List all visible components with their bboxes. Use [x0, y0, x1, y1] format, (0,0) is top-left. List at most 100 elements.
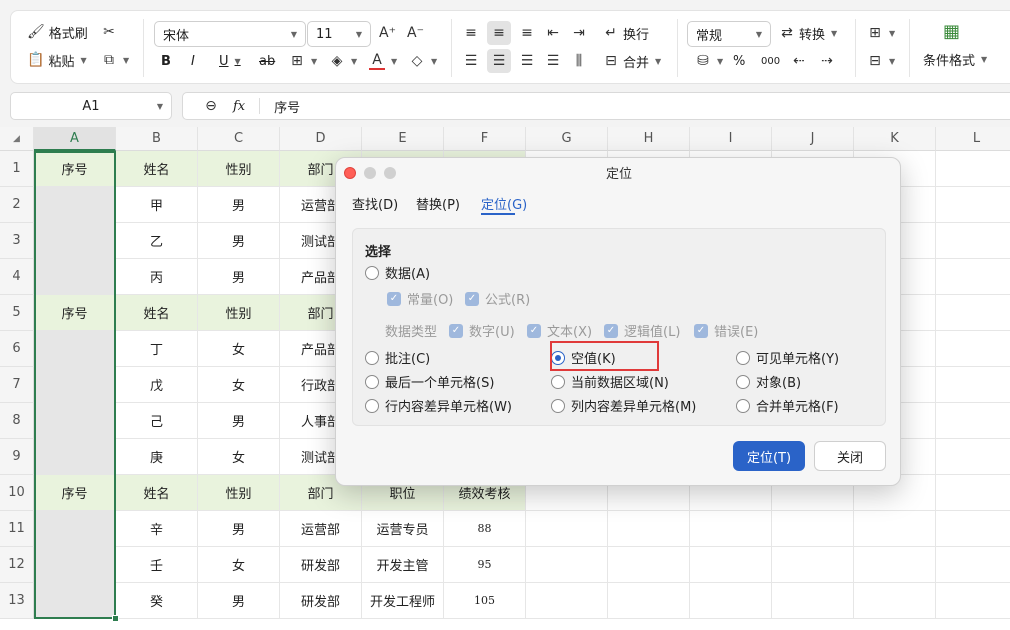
table-cell[interactable]: 男	[198, 187, 280, 223]
table-cell[interactable]	[690, 547, 772, 583]
indent-decrease-button[interactable]: ⇤	[545, 21, 561, 45]
tab-goto[interactable]: 定位(G)	[481, 194, 527, 213]
fill-color-button[interactable]: ◈ ▼	[329, 49, 358, 73]
clear-button[interactable]: ◇ ▼	[409, 49, 438, 73]
checkbox-text[interactable]: ✓ 文本(X)	[527, 321, 592, 340]
column-header[interactable]: C	[198, 127, 280, 151]
table-cell[interactable]: 女	[198, 367, 280, 403]
table-cell[interactable]: 95	[444, 547, 526, 583]
table-cell[interactable]	[936, 331, 1010, 367]
column-header[interactable]: J	[772, 127, 854, 151]
table-cell[interactable]	[936, 295, 1010, 331]
table-cell[interactable]: 男	[198, 223, 280, 259]
table-cell[interactable]: 男	[198, 583, 280, 619]
table-cell[interactable]: 序号	[34, 151, 116, 187]
percent-button[interactable]: %	[733, 49, 745, 73]
table-cell[interactable]: 女	[198, 331, 280, 367]
table-cell[interactable]	[526, 583, 608, 619]
radio-row-differences[interactable]: 行内容差异单元格(W)	[365, 396, 512, 415]
table-cell[interactable]	[936, 367, 1010, 403]
table-cell[interactable]: 姓名	[116, 295, 198, 331]
table-cell[interactable]	[34, 439, 116, 475]
underline-button[interactable]: U ▼	[219, 49, 241, 73]
row-col-button[interactable]: ⊞ ▼	[867, 21, 895, 45]
radio-column-differences[interactable]: 列内容差异单元格(M)	[551, 396, 696, 415]
indent-increase-button[interactable]: ⇥	[571, 21, 587, 45]
table-cell[interactable]	[34, 583, 116, 619]
column-header[interactable]: D	[280, 127, 362, 151]
align-right-button[interactable]: ☰	[519, 49, 535, 73]
table-cell[interactable]	[526, 511, 608, 547]
goto-ok-button[interactable]: 定位(T)	[733, 441, 805, 471]
table-cell[interactable]	[772, 583, 854, 619]
convert-button[interactable]: ⇄ 转换 ▼	[779, 21, 837, 45]
table-cell[interactable]: 癸	[116, 583, 198, 619]
row-header[interactable]: 12	[0, 547, 34, 583]
column-header[interactable]: G	[526, 127, 608, 151]
table-cell[interactable]: 女	[198, 547, 280, 583]
table-cell[interactable]	[34, 187, 116, 223]
column-header[interactable]: L	[936, 127, 1010, 151]
table-cell[interactable]: 性别	[198, 295, 280, 331]
checkbox-constants[interactable]: ✓ 常量(O)	[387, 289, 453, 308]
table-cell[interactable]: 序号	[34, 475, 116, 511]
column-header[interactable]: K	[854, 127, 936, 151]
bold-button[interactable]: B	[161, 49, 171, 73]
cond-format-button[interactable]: 条件格式 ▼	[923, 47, 987, 71]
table-cell[interactable]: 姓名	[116, 475, 198, 511]
column-header[interactable]: E	[362, 127, 444, 151]
table-cell[interactable]: 乙	[116, 223, 198, 259]
column-header[interactable]: B	[116, 127, 198, 151]
table-cell[interactable]: 88	[444, 511, 526, 547]
row-header[interactable]: 13	[0, 583, 34, 619]
column-header[interactable]: F	[444, 127, 526, 151]
table-cell[interactable]: 辛	[116, 511, 198, 547]
table-cell[interactable]: 男	[198, 403, 280, 439]
font-size-select[interactable]: 11 ▼	[307, 21, 371, 47]
paste-button[interactable]: 📋 粘贴 ▼	[27, 48, 87, 72]
fx-icon[interactable]: fx	[233, 99, 245, 114]
radio-last-cell[interactable]: 最后一个单元格(S)	[365, 372, 494, 391]
table-cell[interactable]: 性别	[198, 151, 280, 187]
decimal-decrease-button[interactable]: ⇠	[791, 49, 807, 73]
checkbox-errors[interactable]: ✓ 错误(E)	[694, 321, 758, 340]
row-header[interactable]: 1	[0, 151, 34, 187]
table-cell[interactable]: 姓名	[116, 151, 198, 187]
copy-button[interactable]: ⧉ ▼	[101, 48, 129, 72]
row-header[interactable]: 8	[0, 403, 34, 439]
italic-button[interactable]: I	[191, 49, 195, 73]
row-header[interactable]: 2	[0, 187, 34, 223]
table-cell[interactable]	[936, 151, 1010, 187]
select-all-corner[interactable]: ◢	[0, 127, 34, 151]
number-format-select[interactable]: 常规 ▼	[687, 21, 771, 47]
thousands-button[interactable]: 000	[761, 49, 780, 73]
table-cell[interactable]: 戊	[116, 367, 198, 403]
table-cell[interactable]: 开发主管	[362, 547, 444, 583]
table-cell[interactable]: 女	[198, 439, 280, 475]
fill-handle[interactable]	[112, 615, 119, 622]
row-header[interactable]: 6	[0, 331, 34, 367]
radio-current-region[interactable]: 当前数据区域(N)	[551, 372, 669, 391]
radio-merged-cells[interactable]: 合并单元格(F)	[736, 396, 839, 415]
borders-button[interactable]: ⊞ ▼	[289, 49, 317, 73]
table-cell[interactable]	[936, 547, 1010, 583]
table-cell[interactable]	[34, 403, 116, 439]
merge-button[interactable]: ⊟ 合并 ▼	[603, 49, 661, 73]
font-name-select[interactable]: 宋体 ▼	[154, 21, 306, 47]
row-header[interactable]: 10	[0, 475, 34, 511]
table-cell[interactable]: 105	[444, 583, 526, 619]
align-left-button[interactable]: ☰	[463, 49, 479, 73]
table-cell[interactable]	[936, 583, 1010, 619]
wrap-text-button[interactable]: ↵ 换行	[603, 21, 649, 45]
checkbox-logical[interactable]: ✓ 逻辑值(L)	[604, 321, 680, 340]
table-cell[interactable]	[34, 547, 116, 583]
formula-input[interactable]: ⊖ fx 序号	[182, 92, 1010, 120]
radio-visible-cells[interactable]: 可见单元格(Y)	[736, 348, 839, 367]
close-button[interactable]: 关闭	[814, 441, 886, 471]
table-cell[interactable]	[690, 583, 772, 619]
table-cell[interactable]	[854, 547, 936, 583]
table-cell[interactable]: 性别	[198, 475, 280, 511]
table-cell[interactable]	[34, 367, 116, 403]
row-header[interactable]: 9	[0, 439, 34, 475]
table-cell[interactable]	[526, 547, 608, 583]
